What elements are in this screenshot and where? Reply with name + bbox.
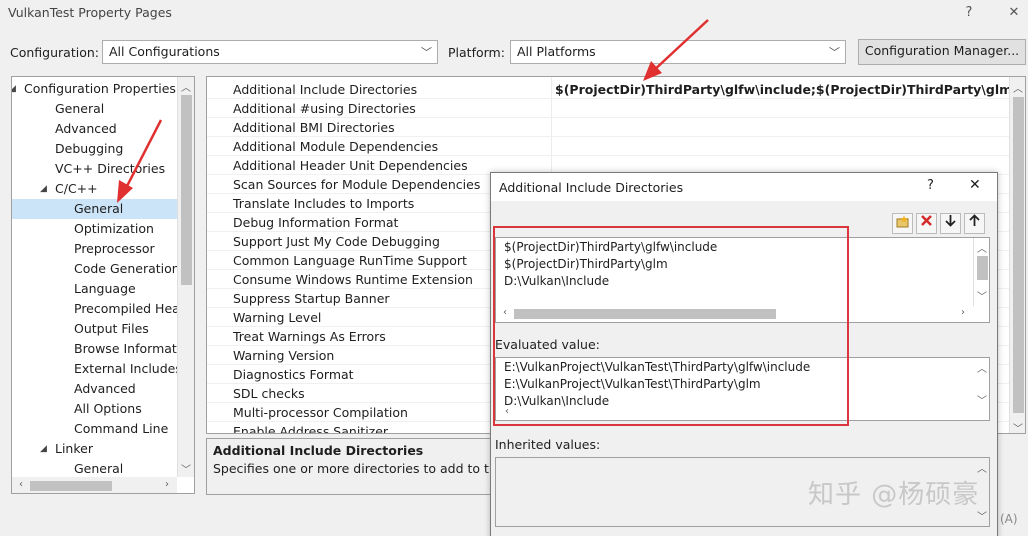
- delete-icon[interactable]: [916, 213, 937, 234]
- watermark: 知乎 @杨硕豪: [808, 480, 980, 510]
- scroll-down-icon[interactable]: ﹀: [975, 288, 989, 303]
- dialog-titlebar: Additional Include Directories ? ✕: [491, 173, 997, 201]
- scroll-down-icon[interactable]: ﹀: [975, 392, 989, 407]
- dialog-close-button[interactable]: ✕: [969, 177, 981, 193]
- inherited-label: Inherited values:: [495, 437, 601, 452]
- scroll-thumb[interactable]: [977, 256, 988, 280]
- annotation-box: [493, 226, 849, 426]
- scroll-up-icon[interactable]: ︿: [975, 240, 989, 255]
- dialog-title: Additional Include Directories: [499, 180, 684, 195]
- scroll-up-icon[interactable]: ︿: [975, 460, 989, 475]
- list-vertical-scrollbar[interactable]: ︿ ﹀: [973, 238, 989, 306]
- scroll-up-icon[interactable]: ︿: [975, 360, 989, 375]
- scroll-right-icon[interactable]: ›: [956, 307, 970, 318]
- move-up-icon[interactable]: [964, 213, 985, 234]
- new-line-icon[interactable]: [892, 213, 913, 234]
- move-down-icon[interactable]: [940, 213, 961, 234]
- dialog-help-button[interactable]: ?: [927, 178, 934, 193]
